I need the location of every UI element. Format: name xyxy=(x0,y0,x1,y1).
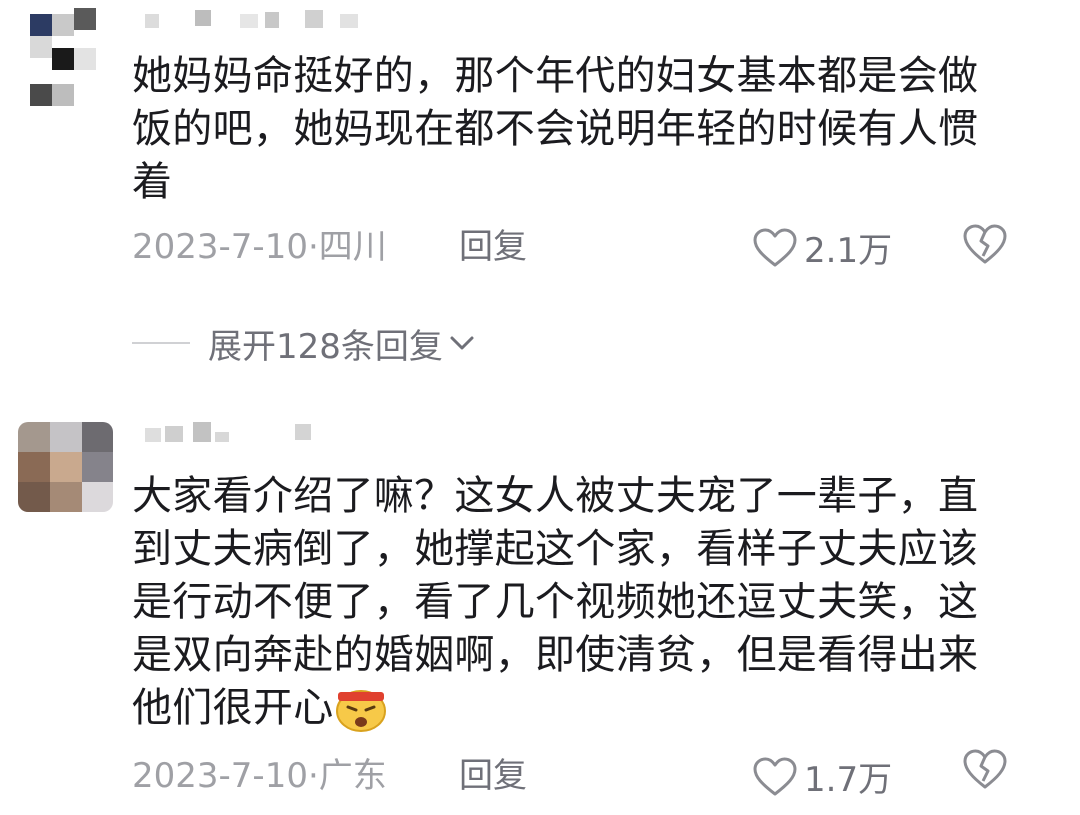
broken-heart-icon xyxy=(963,749,1007,789)
reply-button[interactable]: 回复 xyxy=(459,219,527,268)
dislike-button[interactable] xyxy=(962,748,1008,794)
avatar[interactable] xyxy=(18,422,113,512)
expand-replies-text: 展开128条回复 xyxy=(208,326,443,367)
date-location: 2023-7-10·广东 xyxy=(132,755,387,796)
username-blurred[interactable] xyxy=(145,10,365,40)
divider-line xyxy=(132,342,190,344)
dislike-button[interactable] xyxy=(962,223,1008,269)
date-location: 2023-7-10·四川 xyxy=(132,226,387,267)
expand-replies-label: 展开128条回复 xyxy=(208,319,477,368)
comment-text: 她妈妈命挺好的，那个年代的妇女基本都是会做饭的吧，她妈现在都不会说明年轻的时候有… xyxy=(132,53,979,205)
reply-button[interactable]: 回复 xyxy=(459,748,527,797)
expand-replies-button[interactable]: 展开128条回复 xyxy=(132,318,477,368)
angry-headband-emoji xyxy=(335,690,386,732)
like-button[interactable]: 2.1万 xyxy=(752,223,892,272)
chevron-down-icon xyxy=(450,336,474,350)
like-count: 2.1万 xyxy=(804,231,893,271)
avatar[interactable] xyxy=(30,8,100,108)
heart-outline-icon xyxy=(753,228,797,266)
comment-text: 大家看介绍了嘛？这女人被丈夫宠了一辈子，直到丈夫病倒了，她撑起这个家，看样子丈夫… xyxy=(132,470,1012,735)
comment-meta: 2023-7-10·四川 回复 xyxy=(132,223,527,267)
broken-heart-icon xyxy=(963,224,1007,264)
username-blurred[interactable] xyxy=(145,420,335,450)
heart-outline-icon xyxy=(753,757,797,795)
like-button[interactable]: 1.7万 xyxy=(752,752,892,801)
like-count: 1.7万 xyxy=(804,760,893,800)
comment-meta: 2023-7-10·广东 回复 xyxy=(132,752,527,796)
comment-text-content: 大家看介绍了嘛？这女人被丈夫宠了一辈子，直到丈夫病倒了，她撑起这个家，看样子丈夫… xyxy=(132,473,979,731)
